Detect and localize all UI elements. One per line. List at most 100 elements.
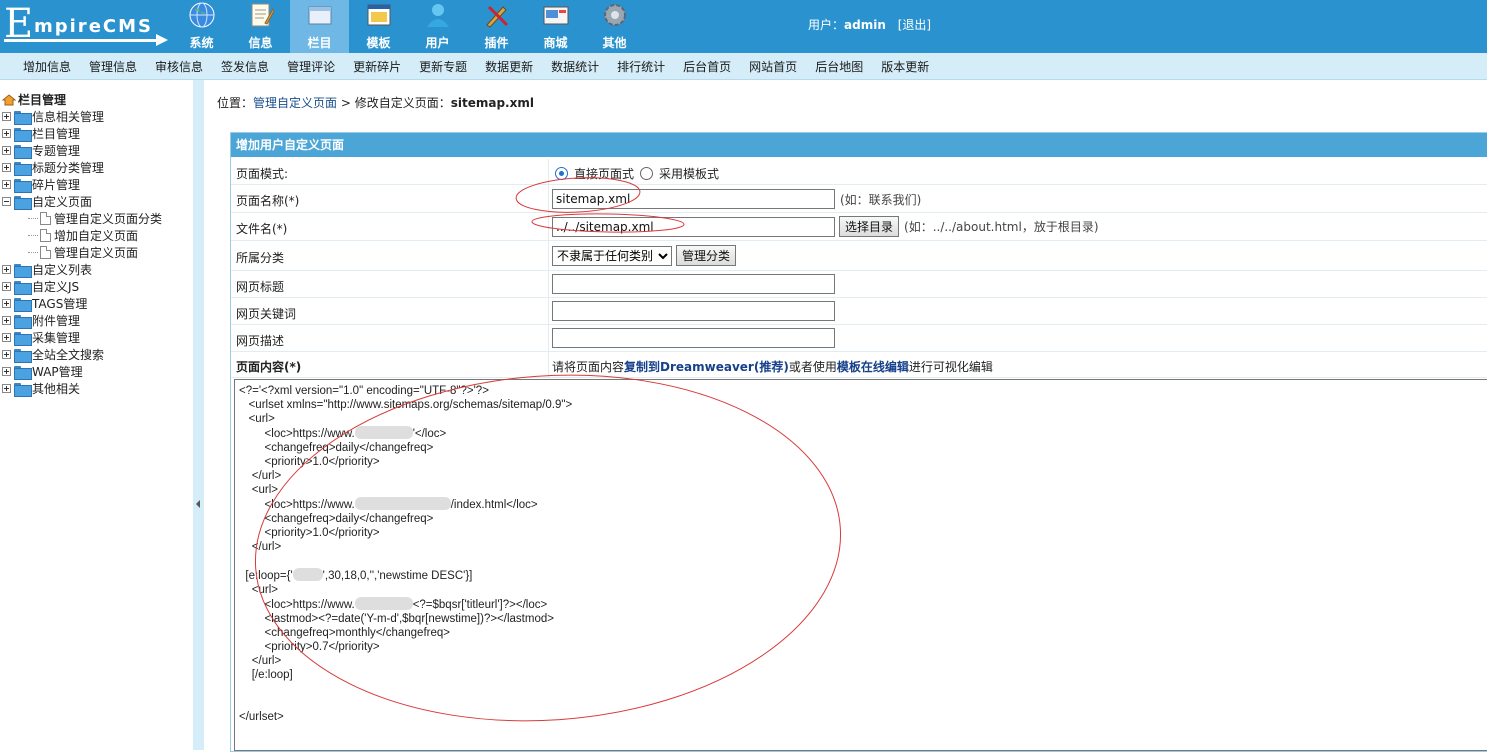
expand-icon[interactable] <box>2 333 11 342</box>
menu-data-update[interactable]: 数据更新 <box>485 58 533 75</box>
choose-directory-button[interactable]: 选择目录 <box>839 216 900 237</box>
menu-data-stats[interactable]: 数据统计 <box>551 58 599 75</box>
expand-icon[interactable] <box>2 384 11 393</box>
tree-item-custom-page-category[interactable]: 管理自定义页面分类 <box>2 210 162 227</box>
code-line: <changefreq>monthly</changefreq> <box>239 627 450 639</box>
manage-category-button[interactable]: 管理分类 <box>676 245 737 266</box>
online-template-edit-link[interactable]: 模板在线编辑 <box>837 358 909 375</box>
tree-item-collection[interactable]: 采集管理 <box>2 329 162 346</box>
logo-arrowhead <box>156 34 168 46</box>
row-file-name: 文件名(*) 选择目录 (如：../../about.html，放于根目录) <box>231 213 1487 241</box>
expand-icon[interactable] <box>2 265 11 274</box>
nav-plugin[interactable]: 插件 <box>467 0 526 53</box>
menu-sign-info[interactable]: 签发信息 <box>221 58 269 75</box>
page-name-input[interactable] <box>552 189 835 209</box>
tree-item-label: 附件管理 <box>32 314 81 328</box>
tree-item-tags[interactable]: TAGS管理 <box>2 295 162 312</box>
expand-icon[interactable] <box>2 282 11 291</box>
tree-item-custom-list[interactable]: 自定义列表 <box>2 261 162 278</box>
page-content-textarea[interactable]: <?='<?xml version="1.0" encoding="UTF-8"… <box>234 379 1487 751</box>
tree-list: 信息相关管理 栏目管理 专题管理 标题分类管理 碎片管理 自定义页面 管理自定义… <box>2 108 162 397</box>
collapse-arrow-icon[interactable] <box>196 500 200 508</box>
tree-item-column-manage[interactable]: 栏目管理 <box>2 125 162 142</box>
tree-item-other[interactable]: 其他相关 <box>2 380 162 397</box>
tree-item-custom-js[interactable]: 自定义JS <box>2 278 162 295</box>
nav-info[interactable]: 信息 <box>231 0 290 53</box>
dreamweaver-link[interactable]: 复制到Dreamweaver(推荐) <box>624 358 789 375</box>
file-name-input[interactable] <box>552 216 835 237</box>
menu-manage-comments[interactable]: 管理评论 <box>287 58 335 75</box>
tree-item-label: 管理自定义页面 <box>54 246 139 260</box>
description-input[interactable] <box>552 328 835 348</box>
expand-icon[interactable] <box>2 316 11 325</box>
tree-item-fragment-manage[interactable]: 碎片管理 <box>2 176 162 193</box>
menu-version-update[interactable]: 版本更新 <box>881 58 929 75</box>
tree-item-wap[interactable]: WAP管理 <box>2 363 162 380</box>
menu-admin-home[interactable]: 后台首页 <box>683 58 731 75</box>
sidebar-splitter[interactable] <box>193 80 204 750</box>
collapse-icon[interactable] <box>2 197 11 206</box>
nav-template[interactable]: 模板 <box>349 0 408 53</box>
row-category: 所属分类 不隶属于任何类别 管理分类 <box>231 241 1487 271</box>
code-text: /index.html</loc> <box>450 499 538 511</box>
logo-text: mpireCMS <box>34 16 153 37</box>
expand-icon[interactable] <box>2 350 11 359</box>
menu-rank-stats[interactable]: 排行统计 <box>617 58 665 75</box>
content-description: 请将页面内容 复制到Dreamweaver(推荐) 或者使用 模板在线编辑 进行可视化编… <box>552 358 993 375</box>
mode-template-label: 采用模板式 <box>659 167 720 181</box>
nav-system[interactable]: 系统 <box>172 0 231 53</box>
expand-icon[interactable] <box>2 129 11 138</box>
content-desc-text: 请将页面内容 <box>552 360 625 374</box>
expand-icon[interactable] <box>2 112 11 121</box>
folder-icon <box>14 331 32 346</box>
expand-icon[interactable] <box>2 367 11 376</box>
nav-label: 其他 <box>602 36 627 50</box>
expand-icon[interactable] <box>2 180 11 189</box>
category-select[interactable]: 不隶属于任何类别 <box>552 245 672 266</box>
row-content-label: 页面内容(*) 请将页面内容 复制到Dreamweaver(推荐) 或者使用 模板在线… <box>231 352 1487 378</box>
page-title-input[interactable] <box>552 274 835 294</box>
page-mode-label: 页面模式: <box>236 167 289 181</box>
expand-icon[interactable] <box>2 163 11 172</box>
nav-other[interactable]: 其他 <box>585 0 644 53</box>
expand-icon[interactable] <box>2 299 11 308</box>
template-window-icon <box>367 4 391 26</box>
tree-item-attachments[interactable]: 附件管理 <box>2 312 162 329</box>
tree-item-fulltext-search[interactable]: 全站全文搜索 <box>2 346 162 363</box>
mode-direct-radio[interactable] <box>555 167 568 180</box>
document-icon <box>40 212 51 225</box>
menu-manage-info[interactable]: 管理信息 <box>89 58 137 75</box>
expand-icon[interactable] <box>2 146 11 155</box>
code-text: '</loc> <box>412 428 447 440</box>
tree-item-label: 信息相关管理 <box>32 110 105 124</box>
tree-item-manage-custom-page[interactable]: 管理自定义页面 <box>2 244 162 261</box>
menu-update-topics[interactable]: 更新专题 <box>419 58 467 75</box>
nav-shop[interactable]: 商城 <box>526 0 585 53</box>
menu-add-info[interactable]: 增加信息 <box>23 58 71 75</box>
nav-column[interactable]: 栏目 <box>290 0 349 53</box>
folder-icon <box>14 144 32 159</box>
logo-arrow <box>4 39 162 42</box>
tree-item-custom-page[interactable]: 自定义页面 <box>2 193 162 210</box>
menu-admin-map[interactable]: 后台地图 <box>815 58 863 75</box>
tree-item-info-manage[interactable]: 信息相关管理 <box>2 108 162 125</box>
tree-item-add-custom-page[interactable]: 增加自定义页面 <box>2 227 162 244</box>
tree-item-label: 全站全文搜索 <box>32 348 105 362</box>
keywords-input[interactable] <box>552 301 835 321</box>
menu-site-home[interactable]: 网站首页 <box>749 58 797 75</box>
nav-user[interactable]: 用户 <box>408 0 467 53</box>
tree-item-label: 采集管理 <box>32 331 81 345</box>
code-line: <loc>https://www. '</loc> <box>239 426 1485 441</box>
mode-template-radio[interactable] <box>640 167 654 180</box>
nav-label: 模板 <box>366 36 391 50</box>
menu-update-fragments[interactable]: 更新碎片 <box>353 58 401 75</box>
logout-link[interactable]: [退出] <box>898 18 931 32</box>
folder-icon <box>14 348 32 363</box>
tree-item-topic-manage[interactable]: 专题管理 <box>2 142 162 159</box>
code-text: <loc>https://www. <box>239 428 355 440</box>
breadcrumb-link[interactable]: 管理自定义页面 <box>253 96 337 110</box>
file-name-label: 文件名(*) <box>236 222 288 236</box>
menu-review-info[interactable]: 审核信息 <box>155 58 203 75</box>
code-text: <loc>https://www. <box>239 599 355 611</box>
tree-item-title-category[interactable]: 标题分类管理 <box>2 159 162 176</box>
